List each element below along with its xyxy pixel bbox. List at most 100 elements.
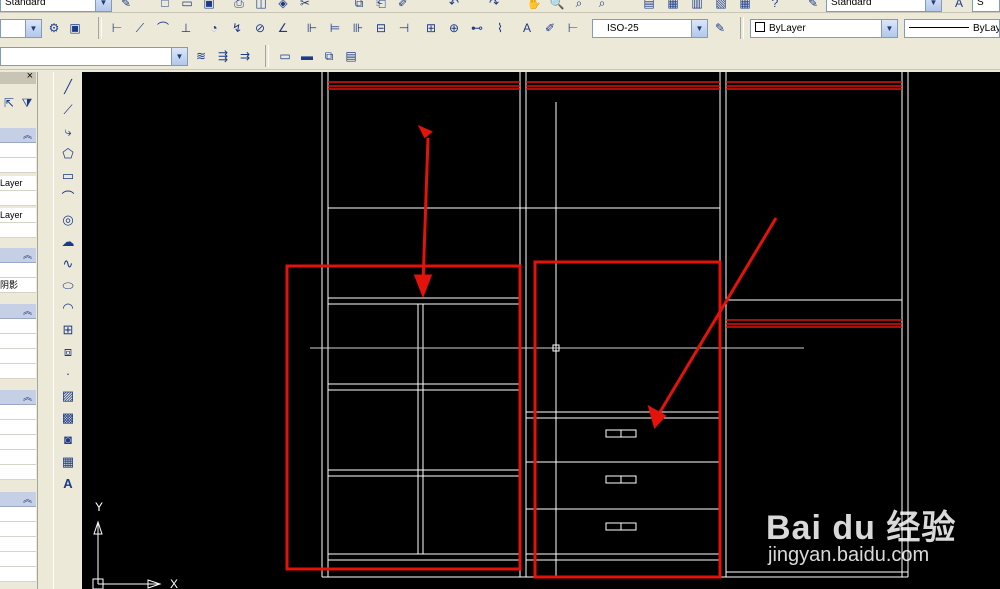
workspace-settings-icon[interactable]: ⚙: [45, 19, 63, 37]
color-control-combo[interactable]: ByLayer ▼: [750, 19, 898, 38]
mtext-icon[interactable]: A: [59, 475, 77, 493]
select-objects-icon[interactable]: ⇱: [0, 94, 18, 112]
undo-icon[interactable]: ↶: [445, 0, 463, 12]
sheet-set-icon[interactable]: ▧: [712, 0, 730, 12]
match-props-icon[interactable]: ✐: [394, 0, 412, 12]
chevron-up-icon[interactable]: ︽: [23, 390, 32, 403]
inspect-icon[interactable]: ⊷: [468, 19, 486, 37]
jogged-linear-icon[interactable]: ⌇: [491, 19, 509, 37]
make-block-icon[interactable]: ⧈: [59, 343, 77, 361]
help-icon[interactable]: ?: [766, 0, 784, 12]
tool-palettes-icon[interactable]: ▥: [688, 0, 706, 12]
ellipse-arc-icon[interactable]: ◠: [59, 299, 77, 317]
viewport-clip-icon[interactable]: ▬: [298, 47, 316, 65]
publish-icon[interactable]: ◈: [274, 0, 292, 12]
zoom-realtime-icon[interactable]: 🔍: [548, 0, 566, 12]
design-center-icon[interactable]: ▦: [664, 0, 682, 12]
properties-icon[interactable]: ▤: [640, 0, 658, 12]
zoom-window-icon[interactable]: ⌕: [570, 0, 588, 12]
rectangle-icon[interactable]: ▭: [59, 167, 77, 185]
line-icon[interactable]: ╱: [59, 78, 77, 96]
construction-line-icon[interactable]: ⟋: [59, 101, 77, 119]
point-icon[interactable]: ·: [59, 365, 77, 383]
palette-cell-linetype[interactable]: Layer: [0, 208, 36, 223]
tolerance-icon[interactable]: ⊞: [422, 19, 440, 37]
quick-select-icon[interactable]: ⧩: [18, 94, 36, 112]
palette-section-general[interactable]: ︽: [0, 128, 36, 143]
ellipse-icon[interactable]: ⬭: [59, 277, 77, 295]
polyline-icon[interactable]: ⤷: [59, 123, 77, 141]
table-style-icon[interactable]: ✎: [804, 0, 822, 12]
table-style-combo[interactable]: Standard ▼: [826, 0, 942, 12]
quick-dim-icon[interactable]: ⊩: [303, 19, 321, 37]
chevron-down-icon[interactable]: ▼: [691, 20, 707, 37]
dim-arc-icon[interactable]: ⌒: [154, 19, 172, 37]
dim-continue-icon[interactable]: ⊪: [349, 19, 367, 37]
dim-style-combo[interactable]: ISO-25 ▼: [592, 19, 708, 38]
center-mark-icon[interactable]: ⊕: [445, 19, 463, 37]
chevron-up-icon[interactable]: ︽: [23, 304, 32, 317]
dim-space-icon[interactable]: ⊟: [372, 19, 390, 37]
text-style-combo[interactable]: Standard ▼: [0, 0, 112, 12]
paste-icon[interactable]: ⎗: [372, 0, 390, 12]
dim-style-icon[interactable]: ✎: [711, 19, 729, 37]
multileader-style-combo[interactable]: S: [972, 0, 1000, 12]
layer-previous-icon[interactable]: ⇶: [214, 47, 232, 65]
close-icon[interactable]: ×: [27, 70, 33, 82]
dim-break-icon[interactable]: ⊣: [395, 19, 413, 37]
palette-cell-layer[interactable]: Layer: [0, 176, 36, 191]
chevron-down-icon[interactable]: ▼: [95, 0, 111, 11]
chevron-down-icon[interactable]: ▼: [881, 20, 897, 37]
zoom-previous-icon[interactable]: ⌕: [593, 0, 611, 12]
viewport-single-icon[interactable]: ▭: [276, 47, 294, 65]
layer-state-icon[interactable]: ≋: [192, 47, 210, 65]
dim-radius-icon[interactable]: ◔: [205, 19, 223, 37]
text-style-icon[interactable]: ✎: [117, 0, 135, 12]
layer-make-current-icon[interactable]: ⇉: [236, 47, 254, 65]
chevron-up-icon[interactable]: ︽: [23, 492, 32, 505]
chevron-down-icon[interactable]: ▼: [925, 0, 941, 11]
cut-icon[interactable]: ✂: [296, 0, 314, 12]
dim-aligned-icon[interactable]: ⟋: [131, 19, 149, 37]
gradient-icon[interactable]: ▩: [59, 409, 77, 427]
circle-icon[interactable]: ◎: [59, 211, 77, 229]
pan-icon[interactable]: ✋: [525, 0, 543, 12]
revision-cloud-icon[interactable]: ☁: [59, 233, 77, 251]
dim-jogged-icon[interactable]: ↯: [228, 19, 246, 37]
workspace-save-icon[interactable]: ▣: [66, 19, 84, 37]
save-icon[interactable]: ▣: [200, 0, 218, 12]
layer-combo[interactable]: ▼: [0, 47, 188, 66]
chevron-up-icon[interactable]: ︽: [23, 128, 32, 141]
workspace-combo[interactable]: ▼: [0, 19, 42, 38]
chevron-up-icon[interactable]: ︽: [23, 248, 32, 261]
dim-edit-icon[interactable]: A: [518, 19, 536, 37]
dim-baseline-icon[interactable]: ⊨: [326, 19, 344, 37]
dim-text-edit-icon[interactable]: ✐: [541, 19, 559, 37]
drawing-canvas[interactable]: Y X Bai du 经验 jingyan.baidu.com: [82, 72, 1000, 589]
copy-icon[interactable]: ⧉: [350, 0, 368, 12]
dim-linear-icon[interactable]: ⊢: [108, 19, 126, 37]
new-icon[interactable]: □: [156, 0, 174, 12]
chevron-down-icon[interactable]: ▼: [171, 48, 187, 65]
polygon-icon[interactable]: ⬠: [59, 145, 77, 163]
palette-section-3d[interactable]: ︽: [0, 248, 36, 263]
insert-block-icon[interactable]: ⊞: [59, 321, 77, 339]
palette-section-view[interactable]: ︽: [0, 390, 36, 405]
region-icon[interactable]: ◙: [59, 431, 77, 449]
palette-section-plot[interactable]: ︽: [0, 304, 36, 319]
redo-icon[interactable]: ↷: [485, 0, 503, 12]
hatch-icon[interactable]: ▨: [59, 387, 77, 405]
dim-update-icon[interactable]: ⊢: [564, 19, 582, 37]
calculator-icon[interactable]: ▦: [736, 0, 754, 12]
palette-cell-shadow[interactable]: 阴影: [0, 278, 36, 293]
dim-diameter-icon[interactable]: ⊘: [251, 19, 269, 37]
palette-section-misc[interactable]: ︽: [0, 492, 36, 507]
chevron-down-icon[interactable]: ▼: [25, 20, 41, 37]
multileader-style-icon[interactable]: A: [950, 0, 968, 12]
spline-icon[interactable]: ∿: [59, 255, 77, 273]
table-icon[interactable]: ▦: [59, 453, 77, 471]
open-icon[interactable]: ▭: [178, 0, 196, 12]
linetype-control-combo[interactable]: ByLay: [904, 19, 1000, 38]
print-icon[interactable]: ⎙: [230, 0, 248, 12]
preview-icon[interactable]: ◫: [252, 0, 270, 12]
